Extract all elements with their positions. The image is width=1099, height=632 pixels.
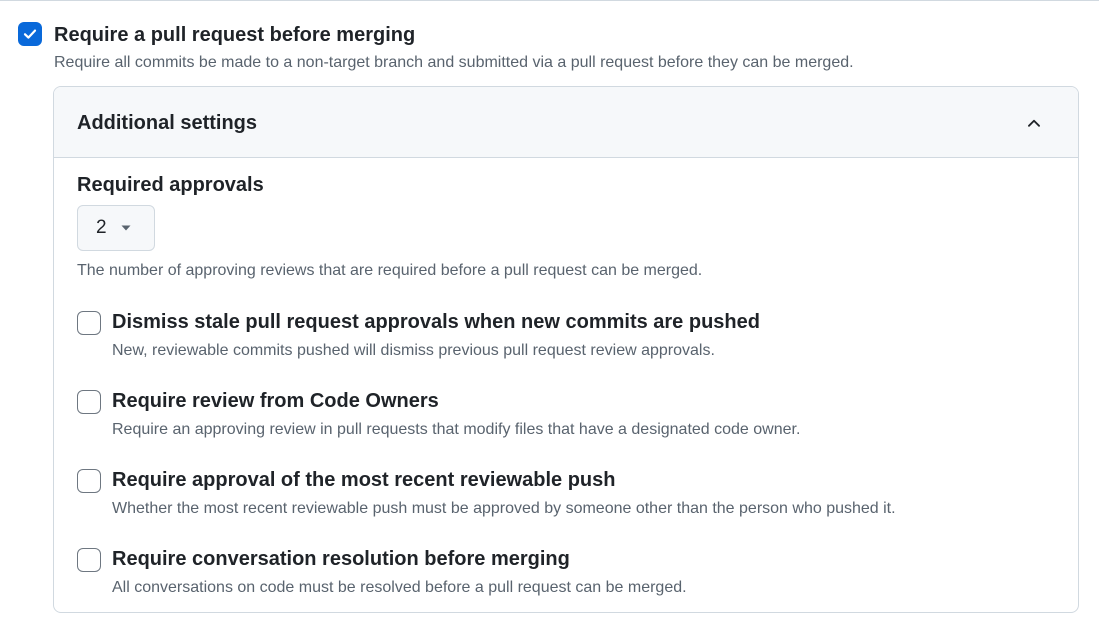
checkmark-icon [23,29,37,39]
option-dismiss-stale: Dismiss stale pull request approvals whe… [77,309,1057,369]
option-code-owners: Require review from Code Owners Require … [77,388,1057,448]
option-recent-push: Require approval of the most recent revi… [77,467,1057,527]
code-owners-description: Require an approving review in pull requ… [112,421,801,438]
conversation-resolution-label[interactable]: Require conversation resolution before m… [112,546,570,572]
chevron-up-icon [1028,119,1040,127]
triangle-down-icon [121,225,131,231]
conversation-resolution-checkbox[interactable] [77,548,101,572]
required-approvals-value: 2 [96,217,107,238]
required-approvals-help: The number of approving reviews that are… [77,262,703,279]
top-divider [0,0,1099,1]
require-pr-checkbox-row[interactable] [18,22,42,46]
required-approvals-select[interactable]: 2 [77,205,155,251]
conversation-resolution-description: All conversations on code must be resolv… [112,579,687,596]
require-pr-checkbox[interactable] [18,22,42,46]
option-conversation-resolution: Require conversation resolution before m… [77,546,1057,606]
recent-push-description: Whether the most recent reviewable push … [112,500,896,517]
dismiss-stale-label[interactable]: Dismiss stale pull request approvals whe… [112,309,760,335]
code-owners-label[interactable]: Require review from Code Owners [112,388,439,414]
dismiss-stale-description: New, reviewable commits pushed will dism… [112,342,715,359]
recent-push-label[interactable]: Require approval of the most recent revi… [112,467,615,493]
required-approvals-label: Required approvals [77,174,264,196]
additional-settings-title: Additional settings [77,112,257,134]
additional-settings-header[interactable]: Additional settings [54,87,1078,158]
require-pr-description: Require all commits be made to a non-tar… [54,54,854,71]
recent-push-checkbox[interactable] [77,469,101,493]
additional-settings-panel: Additional settings Required approvals 2… [53,86,1079,613]
collapse-button[interactable] [1020,109,1048,137]
dismiss-stale-checkbox[interactable] [77,311,101,335]
require-pr-label[interactable]: Require a pull request before merging [54,22,415,48]
code-owners-checkbox[interactable] [77,390,101,414]
